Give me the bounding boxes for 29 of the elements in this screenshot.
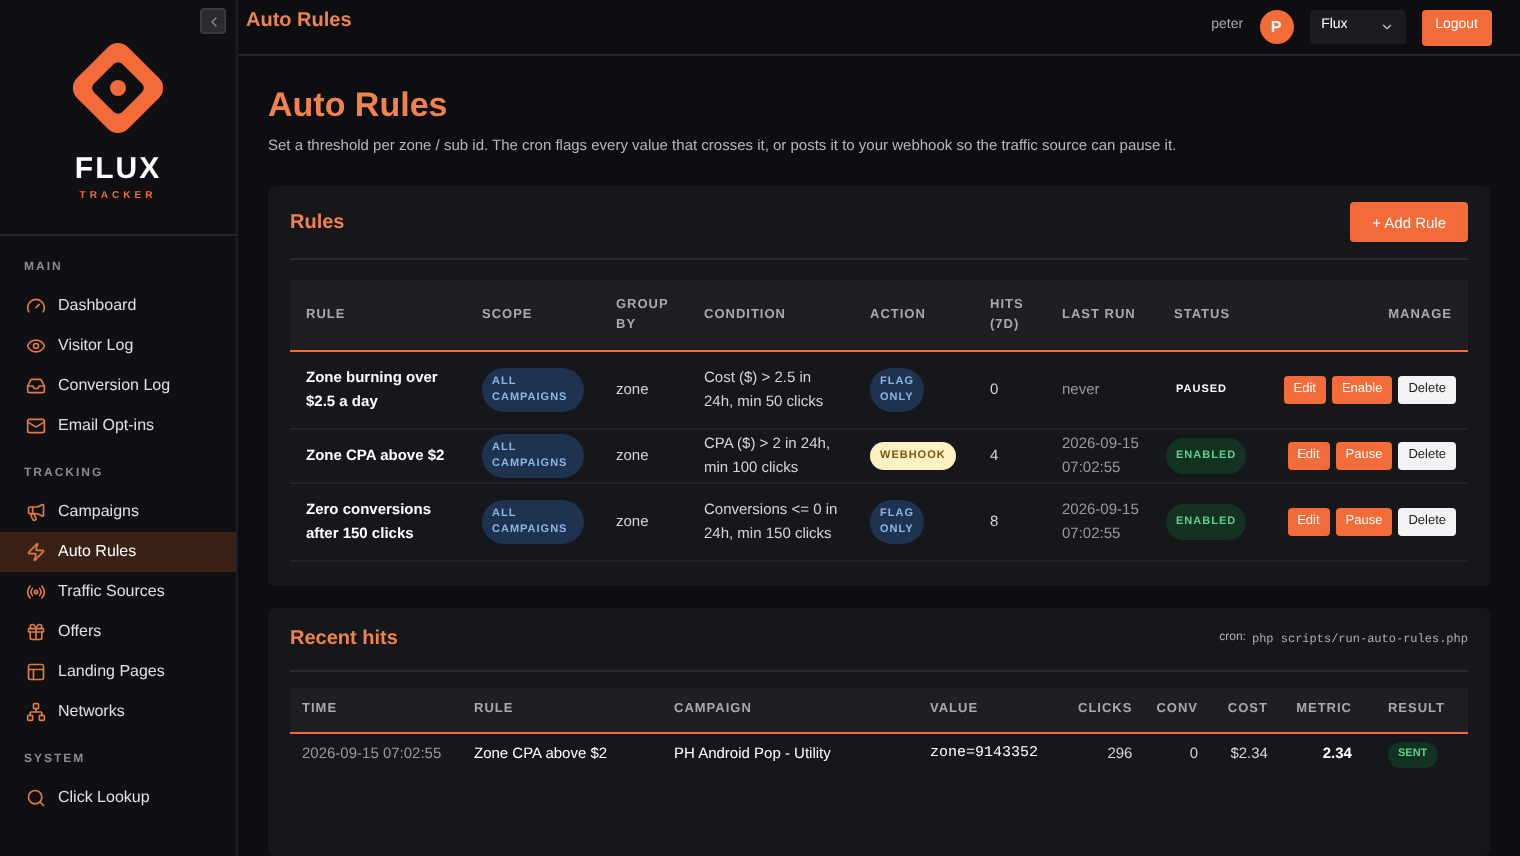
network-icon	[26, 701, 46, 721]
page-title: Auto Rules	[268, 84, 450, 128]
inbox-icon	[26, 375, 46, 395]
collapse-button[interactable]	[200, 8, 226, 34]
megaphone-icon	[26, 501, 46, 521]
nav-item[interactable]: Offers	[0, 611, 236, 651]
card-title: Recent hits	[290, 625, 398, 654]
nav-item[interactable]: Visitor Log	[0, 325, 236, 365]
nav-item[interactable]: Networks	[0, 691, 236, 731]
nav-item[interactable]: Click Lookup	[0, 777, 236, 817]
signal-icon	[26, 581, 46, 601]
nav-item[interactable]: Landing Pages	[0, 651, 236, 691]
caret-icon	[1379, 20, 1394, 34]
search-icon	[26, 787, 46, 807]
nav-item[interactable]: Campaigns	[0, 491, 236, 531]
card-title: Rules	[290, 209, 345, 238]
top-bar-title: Auto Rules	[246, 8, 352, 36]
gauge-icon	[26, 295, 46, 315]
eye-icon	[26, 335, 46, 355]
nav-item[interactable]: Auto Rules	[0, 531, 236, 571]
nav-item[interactable]: Dashboard	[0, 285, 236, 325]
page-layout-icon	[26, 661, 46, 681]
gift-icon	[26, 621, 46, 641]
nav-item[interactable]: Conversion Log	[0, 365, 236, 405]
lightning-icon	[26, 541, 46, 561]
mail-icon	[26, 415, 46, 435]
logo-name: FLUX	[74, 152, 162, 186]
nav-item[interactable]: Email Opt-ins	[0, 405, 236, 445]
nav-item[interactable]: Traffic Sources	[0, 571, 236, 611]
